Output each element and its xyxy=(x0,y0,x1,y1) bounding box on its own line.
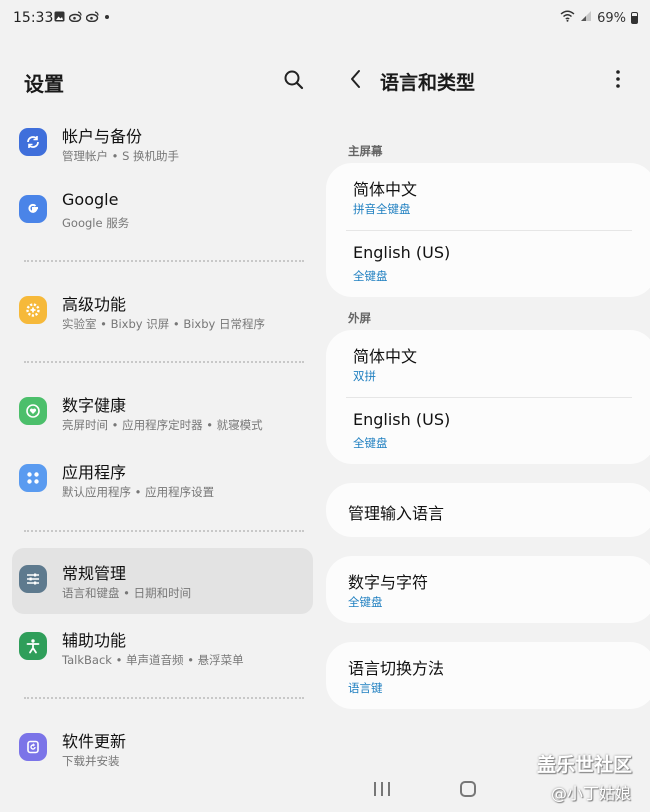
settings-item-accounts-backup[interactable]: 帐户与备份 管理帐户 • S 换机助手 xyxy=(12,111,313,177)
back-arrow-icon[interactable] xyxy=(345,66,369,92)
notification-icons xyxy=(54,11,111,25)
settings-item-subtitle: 默认应用程序 • 应用程序设置 xyxy=(62,485,215,499)
settings-item-subtitle: Google 服务 xyxy=(62,216,130,230)
watermark-author: @小丁姑娘 xyxy=(551,784,632,803)
image-icon xyxy=(54,11,65,25)
settings-item-digital-wellbeing[interactable]: 数字健康 亮屏时间 • 应用程序定时器 • 就寝模式 xyxy=(12,380,313,446)
settings-item-subtitle: TalkBack • 单声道音频 • 悬浮菜单 xyxy=(62,653,244,667)
switch-method-card[interactable]: 语言切换方法 语言键 xyxy=(326,642,650,709)
settings-item-subtitle: 实验室 • Bixby 识屏 • Bixby 日常程序 xyxy=(62,317,265,331)
keyboard-type: 双拼 xyxy=(353,369,376,383)
keyboard-type: 全键盘 xyxy=(353,269,388,283)
settings-item-title: 帐户与备份 xyxy=(62,127,143,146)
settings-item-title: 软件更新 xyxy=(62,732,127,751)
cover-screen-card: 简体中文 双拼 English (US) 全键盘 xyxy=(326,330,650,464)
manage-languages-row[interactable]: 管理输入语言 xyxy=(326,478,650,545)
settings-item-accessibility[interactable]: 辅助功能 TalkBack • 单声道音频 • 悬浮菜单 xyxy=(12,615,313,681)
settings-item-subtitle: 下载并安装 xyxy=(62,754,120,768)
keyboard-row[interactable]: English (US) 全键盘 xyxy=(326,397,650,464)
keyboard-type: 全键盘 xyxy=(353,436,388,450)
section-label-main-screen: 主屏幕 xyxy=(348,144,383,158)
search-icon[interactable] xyxy=(282,68,306,92)
system-icons: 69% xyxy=(560,10,638,26)
settings-item-general-management[interactable]: 常规管理 语言和键盘 • 日期和时间 xyxy=(12,548,313,614)
settings-item-subtitle: 语言和键盘 • 日期和时间 xyxy=(62,586,192,600)
keyboard-row[interactable]: English (US) 全键盘 xyxy=(326,230,650,297)
settings-item-advanced-features[interactable]: 高级功能 实验室 • Bixby 识屏 • Bixby 日常程序 xyxy=(12,279,313,345)
accessibility-icon xyxy=(19,632,47,660)
manage-languages-label: 管理输入语言 xyxy=(348,504,445,523)
signal-icon xyxy=(580,10,592,26)
main-screen-card: 简体中文 拼音全键盘 English (US) 全键盘 xyxy=(326,163,650,297)
settings-item-title: 常规管理 xyxy=(62,564,127,583)
divider xyxy=(24,361,304,363)
weibo-icon xyxy=(68,11,82,25)
gear-plus-icon xyxy=(19,296,47,324)
language-types-pane: 语言和类型 主屏幕 简体中文 拼音全键盘 English (US) 全键盘 外屏… xyxy=(325,36,650,812)
apps-grid-icon xyxy=(19,464,47,492)
divider xyxy=(24,697,304,699)
settings-pane: 设置 帐户与备份 管理帐户 • S 换机助手 Google Google 服务 … xyxy=(0,36,325,812)
keyboard-language: 简体中文 xyxy=(353,347,418,366)
keyboard-row[interactable]: 简体中文 双拼 xyxy=(326,330,650,397)
update-icon xyxy=(19,733,47,761)
status-time: 15:33 xyxy=(13,10,54,26)
settings-item-title: 辅助功能 xyxy=(62,631,127,650)
keyboard-language: English (US) xyxy=(353,243,451,262)
keyboard-row[interactable]: 简体中文 拼音全键盘 xyxy=(326,163,650,230)
keyboard-type: 拼音全键盘 xyxy=(353,202,411,216)
page-title: 设置 xyxy=(24,72,64,96)
keyboard-language: English (US) xyxy=(353,410,451,429)
settings-item-title: 高级功能 xyxy=(62,295,127,314)
divider xyxy=(24,530,304,532)
settings-item-title: Google xyxy=(62,190,119,209)
google-icon xyxy=(19,195,47,223)
numbers-symbols-value: 全键盘 xyxy=(348,595,383,609)
switch-method-value: 语言键 xyxy=(348,681,383,695)
settings-item-title: 数字健康 xyxy=(62,396,127,415)
heart-circle-icon xyxy=(19,397,47,425)
settings-item-subtitle: 亮屏时间 • 应用程序定时器 • 就寝模式 xyxy=(62,418,263,432)
settings-item-subtitle: 管理帐户 • S 换机助手 xyxy=(62,149,180,163)
battery-icon xyxy=(631,12,638,24)
home-button[interactable] xyxy=(460,781,476,797)
manage-languages-card[interactable]: 管理输入语言 xyxy=(326,483,650,537)
status-bar: 15:33 69% xyxy=(0,0,650,36)
more-options-icon[interactable] xyxy=(607,66,629,92)
settings-item-google[interactable]: Google Google 服务 xyxy=(12,178,313,244)
divider xyxy=(24,260,304,262)
recents-button[interactable] xyxy=(374,782,390,798)
watermark-community: 盖乐世社区 xyxy=(537,754,633,776)
sliders-icon xyxy=(19,565,47,593)
section-label-cover-screen: 外屏 xyxy=(348,311,371,325)
switch-method-label: 语言切换方法 xyxy=(348,659,445,678)
keyboard-language: 简体中文 xyxy=(353,180,418,199)
settings-item-title: 应用程序 xyxy=(62,463,127,482)
battery-percent: 69% xyxy=(597,10,626,26)
dot-icon xyxy=(103,11,111,25)
switch-method-row[interactable]: 语言切换方法 语言键 xyxy=(326,642,650,709)
weibo-icon xyxy=(85,11,99,25)
numbers-symbols-card[interactable]: 数字与字符 全键盘 xyxy=(326,556,650,623)
wifi-icon xyxy=(560,10,575,26)
detail-title: 语言和类型 xyxy=(380,72,476,94)
settings-item-apps[interactable]: 应用程序 默认应用程序 • 应用程序设置 xyxy=(12,447,313,513)
numbers-symbols-label: 数字与字符 xyxy=(348,573,429,592)
sync-icon xyxy=(19,128,47,156)
numbers-symbols-row[interactable]: 数字与字符 全键盘 xyxy=(326,556,650,623)
